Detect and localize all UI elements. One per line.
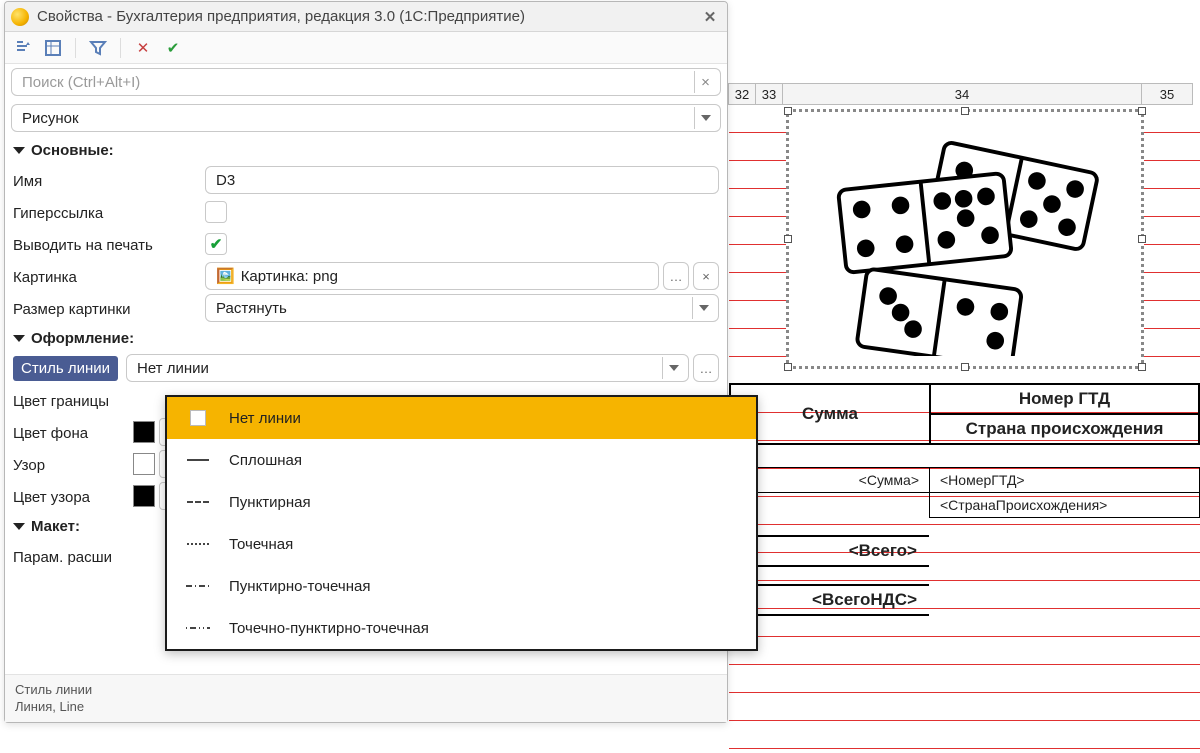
label-hyperlink: Гиперссылка [13,202,205,222]
spreadsheet-area[interactable]: 32 33 34 35 [729,83,1200,753]
cell-sum[interactable]: <Сумма> [730,468,930,493]
status-area: Стиль линии Линия, Line [5,674,727,722]
search-input[interactable]: Поиск (Ctrl+Alt+I) × [11,68,721,96]
search-placeholder: Поиск (Ctrl+Alt+I) [22,74,140,91]
label-print: Выводить на печать [13,234,205,254]
window-title: Свойства - Бухгалтерия предприятия, реда… [37,8,699,25]
col-header[interactable]: 35 [1141,83,1193,105]
picture-field[interactable]: 🖼️ Картинка: png [205,262,659,290]
template-field-row: <Сумма> <НомерГТД> <СтранаПроисхождения> [729,467,1200,518]
hdr-origin: Страна происхождения [930,414,1199,444]
section-main[interactable]: Основные: [5,136,727,164]
col-header[interactable]: 32 [728,83,756,105]
picture-clear-button[interactable]: × [693,262,719,290]
domino-image [799,122,1131,356]
linestyle-option-dash[interactable]: Пунктирная [167,481,756,523]
col-header[interactable]: 33 [755,83,783,105]
label-bgcolor: Цвет фона [13,422,133,442]
caret-down-icon [13,523,25,530]
pattern-swatch[interactable] [133,453,155,475]
row-total[interactable]: <Всего> [729,535,929,567]
template-header-table: Сумма Номер ГТД Страна происхождения [729,383,1200,445]
close-icon[interactable]: ✕ [699,6,721,28]
label-linestyle: Стиль линии [13,356,118,381]
label-pattern: Узор [13,454,133,474]
col-header[interactable]: 34 [782,83,1142,105]
inserted-image[interactable] [786,109,1144,369]
label-picture: Картинка [13,266,205,286]
toolbar: ✕ ✔ [5,32,727,64]
patterncolor-swatch[interactable] [133,485,155,507]
linestyle-browse-button[interactable]: … [693,354,719,382]
linestyle-option-dot[interactable]: Точечная [167,523,756,565]
chevron-down-icon [692,297,714,319]
chevron-down-icon [662,357,684,379]
categorize-button[interactable] [41,36,65,60]
status-line2: Линия, Line [15,698,717,716]
cell-gtd[interactable]: <НомерГТД> [930,468,1200,493]
status-line1: Стиль линии [15,681,717,699]
picture-browse-button[interactable]: … [663,262,689,290]
section-style[interactable]: Оформление: [5,324,727,352]
clear-search-icon[interactable]: × [694,71,716,93]
caret-down-icon [13,335,25,342]
linestyle-select[interactable]: Нет линии [126,354,689,382]
chevron-down-icon [694,107,716,129]
name-input[interactable]: D3 [205,166,719,194]
linestyle-option-dashdot[interactable]: Пунктирно-точечная [167,565,756,607]
sort-button[interactable] [11,36,35,60]
linestyle-option-solid[interactable]: Сплошная [167,439,756,481]
hdr-sum: Сумма [730,384,930,444]
dash-line-icon [185,501,211,503]
apply-button[interactable]: ✔ [161,36,185,60]
caret-down-icon [13,147,25,154]
cancel-button[interactable]: ✕ [131,36,155,60]
cell-origin[interactable]: <СтранаПроисхождения> [930,493,1200,518]
label-name: Имя [13,170,205,190]
titlebar[interactable]: Свойства - Бухгалтерия предприятия, реда… [5,2,727,32]
app-icon [11,8,29,26]
dotdashdot-line-icon [185,626,211,630]
object-type-value: Рисунок [22,110,79,127]
dashdot-line-icon [185,584,211,588]
hyperlink-checkbox[interactable] [205,201,227,223]
linestyle-option-dotdashdot[interactable]: Точечно-пунктирно-точечная [167,607,756,649]
object-type-select[interactable]: Рисунок [11,104,721,132]
filter-button[interactable] [86,36,110,60]
row-total-nds[interactable]: <ВсегоНДС> [729,584,929,616]
label-patterncolor: Цвет узора [13,486,133,506]
picsize-select[interactable]: Растянуть [205,294,719,322]
linestyle-dropdown[interactable]: Нет линии Сплошная Пунктирная Точечная П… [165,395,758,651]
no-line-icon [185,410,211,426]
hdr-gtd: Номер ГТД [930,384,1199,414]
dot-line-icon [185,543,211,545]
bgcolor-swatch[interactable] [133,421,155,443]
label-picsize: Размер картинки [13,298,205,318]
solid-line-icon [185,459,211,461]
picture-thumb-icon: 🖼️ [216,267,235,285]
print-checkbox[interactable] [205,233,227,255]
linestyle-option-none[interactable]: Нет линии [167,397,756,439]
